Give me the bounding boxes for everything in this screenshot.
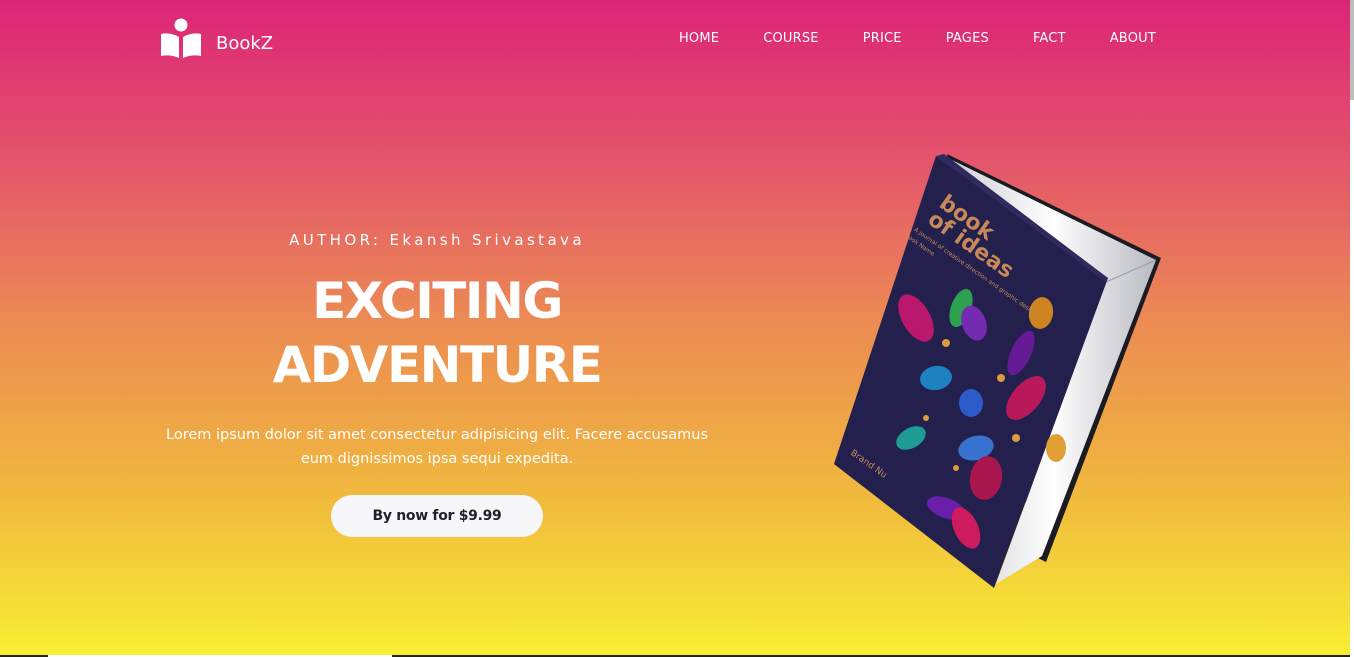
book-image: book of ideas A journal of creative dire… xyxy=(826,148,1171,593)
nav-pages[interactable]: PAGES xyxy=(946,31,989,47)
hero-title: EXCITING ADVENTURE xyxy=(272,272,603,394)
buy-now-button[interactable]: By now for $9.99 xyxy=(331,495,543,537)
nav-price[interactable]: PRICE xyxy=(863,31,902,47)
nav-home[interactable]: HOME xyxy=(679,31,719,47)
hero-section: AUTHOR: Ekansh Srivastava EXCITING ADVEN… xyxy=(140,225,734,537)
scrollbar-thumb[interactable] xyxy=(1350,0,1354,100)
scrollbar-track[interactable] xyxy=(1350,0,1354,657)
nav-course[interactable]: COURSE xyxy=(763,31,819,47)
hero-author: AUTHOR: Ekansh Srivastava xyxy=(289,231,585,249)
book-illustration: book of ideas A journal of creative dire… xyxy=(834,154,1161,588)
brand-logo-link[interactable]: BookZ xyxy=(160,18,273,60)
nav-about[interactable]: ABOUT xyxy=(1110,31,1156,47)
hero-description: Lorem ipsum dolor sit amet consectetur a… xyxy=(166,427,708,467)
site-header: BookZ HOME COURSE PRICE PAGES FACT ABOUT xyxy=(0,0,1350,80)
open-book-reader-icon xyxy=(161,18,201,58)
nav-fact[interactable]: FACT xyxy=(1033,31,1066,47)
main-nav: HOME COURSE PRICE PAGES FACT ABOUT xyxy=(679,31,1156,47)
brand-name: BookZ xyxy=(216,32,274,54)
